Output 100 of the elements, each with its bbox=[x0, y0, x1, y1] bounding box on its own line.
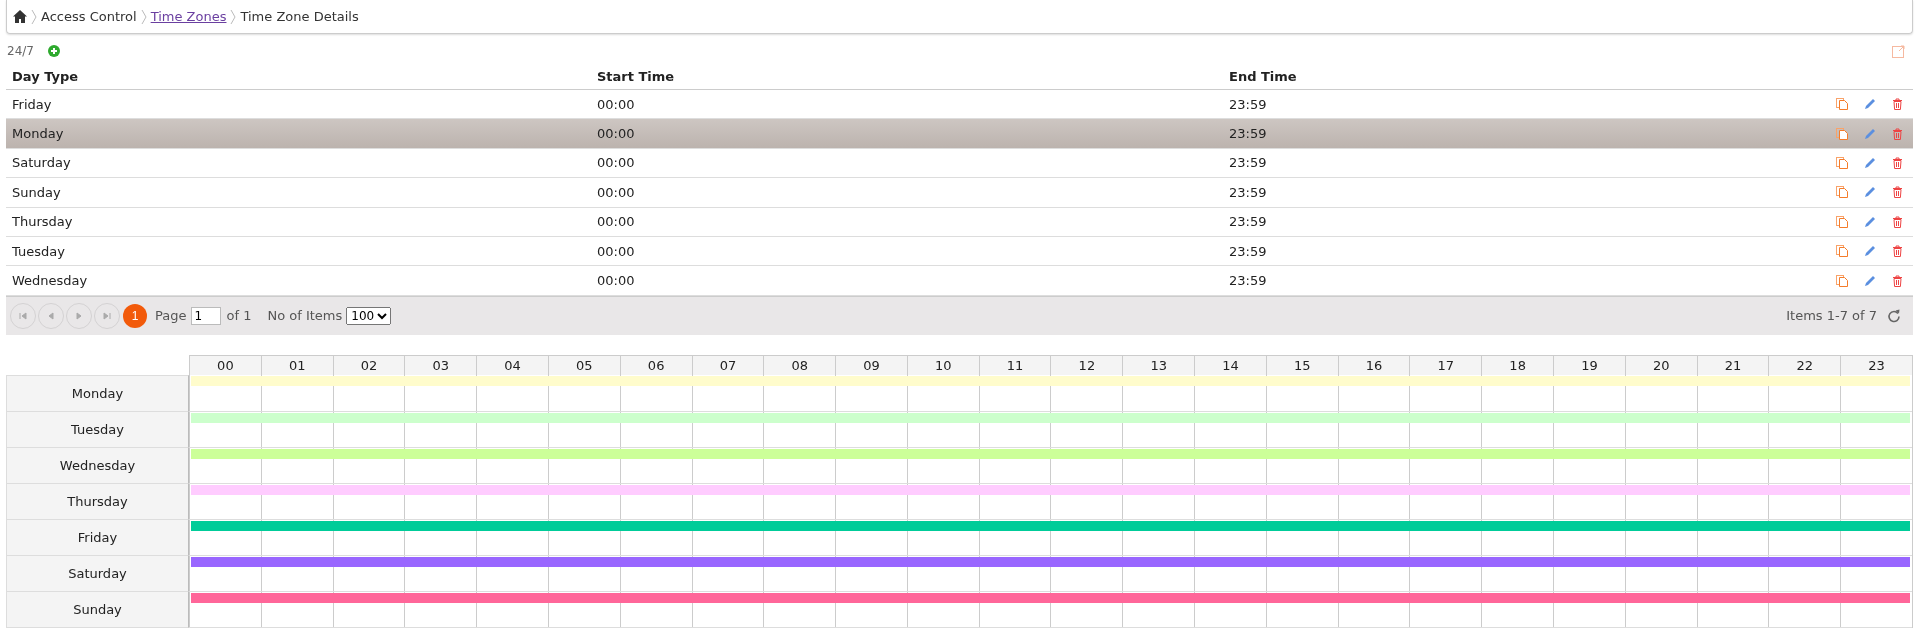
copy-icon[interactable] bbox=[1836, 274, 1848, 287]
hour-header: 02 bbox=[332, 354, 405, 375]
column-header: End Time bbox=[1229, 69, 1298, 84]
home-icon[interactable] bbox=[13, 10, 27, 23]
table-cell-text: 23:59 bbox=[1229, 214, 1268, 230]
day-label: Saturday bbox=[6, 555, 189, 592]
copy-icon[interactable] bbox=[1836, 127, 1848, 140]
delete-icon[interactable] bbox=[1892, 274, 1903, 287]
page-count: of 1 bbox=[226, 308, 252, 324]
edit-icon[interactable] bbox=[1864, 98, 1876, 111]
page-label: Page bbox=[155, 308, 187, 324]
schedule-bar[interactable] bbox=[191, 556, 1910, 567]
hour-header: 21 bbox=[1696, 354, 1769, 375]
hour-header: 07 bbox=[691, 354, 764, 375]
hour-header: 06 bbox=[619, 354, 692, 375]
table-cell-text: 00:00 bbox=[597, 273, 636, 289]
copy-icon[interactable] bbox=[1836, 98, 1848, 111]
breadcrumb-link[interactable]: Time Zones bbox=[150, 9, 227, 24]
hour-header: 05 bbox=[547, 354, 620, 375]
hour-header: 03 bbox=[404, 354, 477, 375]
chevron-icon bbox=[31, 8, 37, 25]
time-zone-title: 24/7 bbox=[7, 44, 34, 58]
table-cell-text: 23:59 bbox=[1229, 273, 1268, 289]
add-icon[interactable] bbox=[47, 45, 60, 57]
table-row[interactable]: Monday 00:00 23:59 bbox=[6, 119, 1913, 149]
hour-header: 15 bbox=[1265, 354, 1338, 375]
hour-header: 18 bbox=[1481, 354, 1554, 375]
table-cell-text: Saturday bbox=[12, 155, 72, 171]
table-cell-text: Wednesday bbox=[12, 273, 89, 289]
table-cell-text: 00:00 bbox=[597, 155, 636, 171]
table-cell-text: Monday bbox=[12, 126, 65, 142]
copy-icon[interactable] bbox=[1836, 186, 1848, 199]
hour-header: 11 bbox=[978, 354, 1051, 375]
page-input[interactable]: 1 bbox=[191, 306, 222, 325]
hour-header: 04 bbox=[476, 354, 548, 375]
edit-icon[interactable] bbox=[1864, 215, 1876, 228]
items-per-page-select[interactable]: 100 bbox=[346, 306, 392, 325]
breadcrumb-item: Time Zone Details bbox=[240, 9, 359, 24]
edit-icon[interactable] bbox=[1864, 186, 1876, 199]
external-link-icon[interactable] bbox=[1892, 44, 1905, 58]
edit-icon[interactable] bbox=[1864, 127, 1876, 140]
hour-header: 19 bbox=[1553, 354, 1625, 375]
table-cell-text: 23:59 bbox=[1229, 184, 1268, 200]
table-row[interactable]: Sunday 00:00 23:59 bbox=[6, 178, 1913, 208]
items-summary: Items 1-7 of 7 bbox=[1786, 308, 1877, 324]
hour-header: 14 bbox=[1194, 354, 1266, 375]
table-cell-text: 00:00 bbox=[597, 214, 636, 230]
hour-header: 09 bbox=[835, 354, 907, 375]
table-row[interactable]: Saturday 00:00 23:59 bbox=[6, 148, 1913, 179]
table-cell-text: Thursday bbox=[12, 214, 74, 230]
hour-header: 01 bbox=[260, 354, 333, 375]
table-cell-text: Friday bbox=[12, 96, 53, 112]
column-header: Day Type bbox=[12, 69, 80, 84]
delete-icon[interactable] bbox=[1892, 127, 1903, 140]
hour-header: 10 bbox=[906, 354, 979, 375]
table-cell-text: 23:59 bbox=[1229, 155, 1268, 171]
edit-icon[interactable] bbox=[1864, 156, 1876, 169]
copy-icon[interactable] bbox=[1836, 245, 1848, 258]
day-label: Friday bbox=[6, 519, 189, 556]
table-cell-text: 23:59 bbox=[1229, 243, 1268, 259]
day-label: Tuesday bbox=[6, 411, 189, 448]
copy-icon[interactable] bbox=[1836, 215, 1848, 228]
schedule-bar[interactable] bbox=[191, 592, 1910, 603]
edit-icon[interactable] bbox=[1864, 245, 1876, 258]
table-cell-text: 23:59 bbox=[1229, 126, 1268, 142]
hour-header: 12 bbox=[1050, 354, 1123, 375]
day-label: Sunday bbox=[6, 591, 189, 628]
edit-icon[interactable] bbox=[1864, 274, 1876, 287]
table-cell-text: Tuesday bbox=[12, 243, 66, 259]
delete-icon[interactable] bbox=[1892, 215, 1903, 228]
delete-icon[interactable] bbox=[1892, 98, 1903, 111]
day-label: Monday bbox=[6, 374, 189, 412]
day-label: Wednesday bbox=[6, 447, 189, 484]
next-arrow-icon bbox=[74, 310, 84, 321]
table-row[interactable]: Tuesday 00:00 23:59 bbox=[6, 236, 1913, 267]
table-cell-text: 00:00 bbox=[597, 184, 636, 200]
hour-header: 17 bbox=[1409, 354, 1482, 375]
hour-header: 20 bbox=[1624, 354, 1697, 375]
schedule-bar[interactable] bbox=[191, 520, 1910, 531]
chevron-icon bbox=[140, 8, 147, 25]
table-row[interactable]: Wednesday 00:00 23:59 bbox=[6, 266, 1913, 296]
table-cell-text: 23:59 bbox=[1229, 96, 1268, 112]
copy-icon[interactable] bbox=[1836, 156, 1848, 169]
table-cell-text: 00:00 bbox=[597, 243, 636, 259]
delete-icon[interactable] bbox=[1892, 245, 1903, 258]
first-arrow-icon bbox=[18, 310, 28, 321]
table-cell-text: 00:00 bbox=[597, 126, 636, 142]
hour-header: 08 bbox=[763, 354, 836, 375]
table-cell-text: 00:00 bbox=[597, 96, 636, 112]
hour-header: 23 bbox=[1840, 354, 1912, 375]
table-row[interactable]: Thursday 00:00 23:59 bbox=[6, 207, 1913, 237]
delete-icon[interactable] bbox=[1892, 156, 1903, 169]
items-per-page-label: No of Items bbox=[267, 308, 343, 324]
column-header: Start Time bbox=[597, 69, 676, 84]
delete-icon[interactable] bbox=[1892, 186, 1903, 199]
breadcrumb-item: Access Control bbox=[41, 9, 137, 24]
refresh-icon[interactable] bbox=[1887, 308, 1901, 323]
prev-arrow-icon bbox=[46, 310, 56, 321]
hour-header: 13 bbox=[1122, 354, 1195, 375]
hour-header: 00 bbox=[189, 354, 261, 375]
